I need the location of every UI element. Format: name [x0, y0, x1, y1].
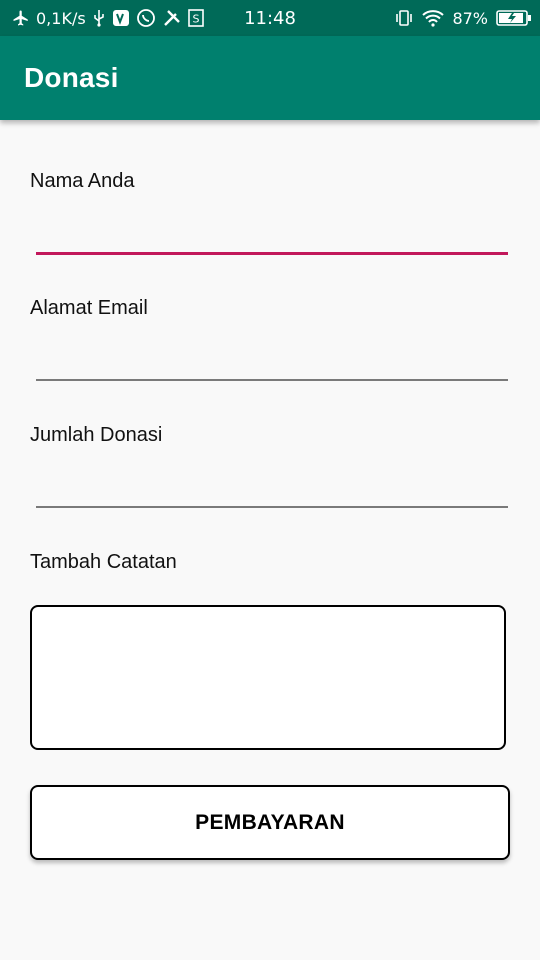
status-bar: 0,1K/s S 11:48 87% [0, 0, 540, 36]
battery-percent: 87% [452, 8, 488, 28]
email-label: Alamat Email [30, 297, 148, 319]
wifi-icon [422, 9, 445, 27]
notes-textarea[interactable] [30, 605, 506, 750]
email-field[interactable] [36, 337, 508, 381]
amount-label: Jumlah Donasi [30, 424, 163, 446]
name-field[interactable] [36, 210, 508, 255]
donation-amount-field[interactable] [36, 464, 508, 508]
name-label: Nama Anda [30, 170, 135, 192]
battery-charging-icon [496, 10, 532, 26]
status-right: 87% [394, 0, 532, 36]
app-bar: Donasi [0, 36, 540, 120]
payment-button[interactable]: PEMBAYARAN [30, 785, 510, 860]
page-title: Donasi [24, 62, 119, 93]
notes-label: Tambah Catatan [30, 551, 177, 573]
vibrate-icon [394, 9, 414, 27]
